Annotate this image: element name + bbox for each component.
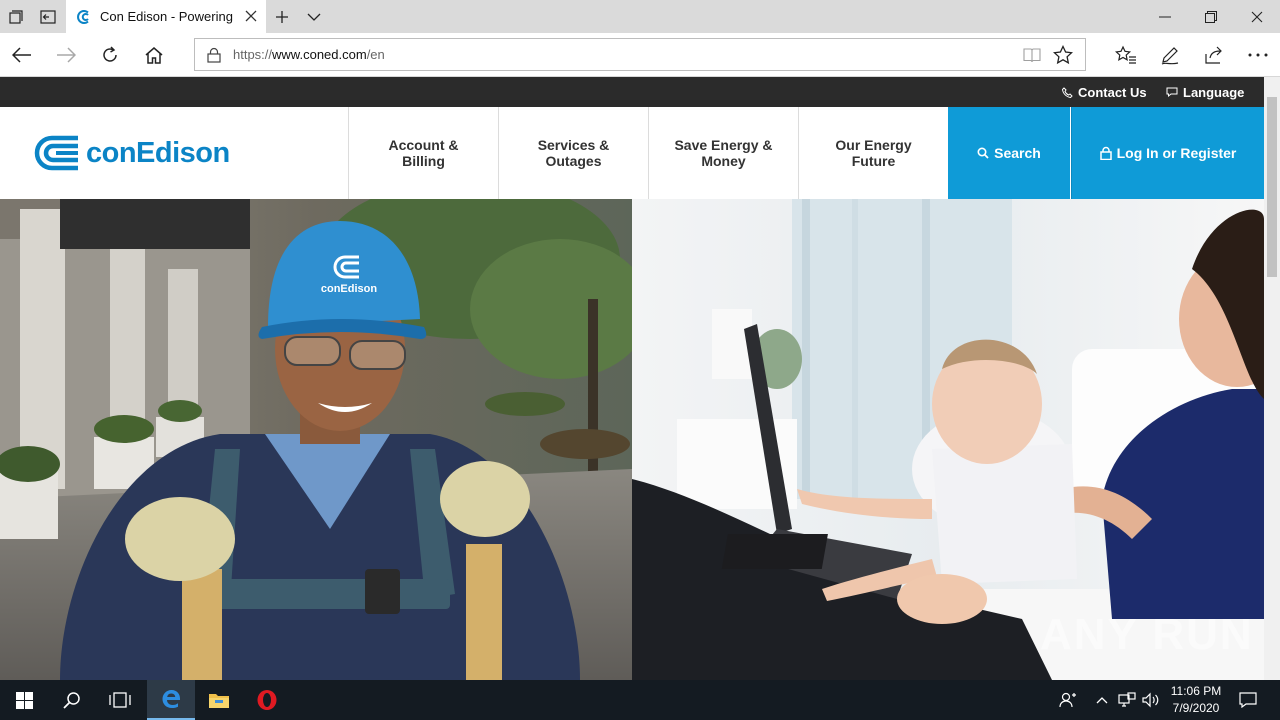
login-register-button[interactable]: Log In or Register	[1071, 107, 1264, 199]
language-label: Language	[1183, 84, 1245, 100]
hardhat-logo-text: conEdison	[321, 283, 378, 295]
system-clock[interactable]: 11:06 PM 7/9/2020	[1164, 683, 1228, 717]
menu-label-line: Future	[851, 153, 896, 169]
refresh-icon[interactable]	[94, 39, 126, 71]
search-icon	[977, 147, 989, 159]
page-scrollbar[interactable]	[1264, 77, 1280, 680]
hero-image-family[interactable]	[632, 199, 1264, 680]
home-icon[interactable]	[138, 39, 170, 71]
search-button[interactable]: Search	[948, 107, 1070, 199]
url-path: /en	[366, 47, 385, 62]
network-icon[interactable]	[1116, 680, 1138, 720]
more-options-icon[interactable]	[1242, 39, 1274, 71]
menu-save-energy-money[interactable]: Save Energy & Money	[648, 107, 798, 199]
phone-icon	[1062, 86, 1073, 98]
coned-logo-icon	[34, 135, 78, 171]
menu-label-line: Billing	[402, 153, 445, 169]
site-utility-bar: Contact Us Language	[0, 77, 1264, 107]
web-note-pen-icon[interactable]	[1154, 39, 1186, 71]
search-label: Search	[994, 145, 1041, 161]
menu-our-energy-future[interactable]: Our Energy Future	[798, 107, 948, 199]
worker-photo: conEdison	[0, 199, 632, 680]
tab-actions-icon[interactable]	[0, 0, 32, 33]
windows-start-icon[interactable]	[0, 680, 48, 720]
menu-account-billing[interactable]: Account & Billing	[348, 107, 498, 199]
scrollbar-thumb[interactable]	[1267, 97, 1277, 277]
people-icon[interactable]	[1054, 680, 1082, 720]
coned-favicon-icon	[77, 9, 89, 24]
address-bar[interactable]: https://www.coned.com/en	[194, 38, 1086, 71]
menu-label-line: Save Energy &	[674, 137, 773, 153]
opera-browser-icon[interactable]	[243, 680, 291, 720]
menu-label-line: Outages	[545, 153, 602, 169]
menu-label-line: Services &	[537, 137, 610, 153]
task-view-icon[interactable]	[96, 680, 144, 720]
hero-image-worker[interactable]: conEdison	[0, 199, 632, 680]
restore-window-icon[interactable]	[1188, 0, 1234, 33]
clock-date: 7/9/2020	[1172, 701, 1220, 715]
back-arrow-icon[interactable]	[6, 39, 38, 71]
set-tabs-aside-icon[interactable]	[32, 0, 64, 33]
edge-browser-icon[interactable]	[147, 680, 195, 720]
file-explorer-icon[interactable]	[195, 680, 243, 720]
clock-time: 11:06 PM	[1170, 684, 1222, 698]
contact-us-label: Contact Us	[1078, 84, 1147, 100]
close-window-icon[interactable]	[1234, 0, 1280, 33]
search-taskbar-icon[interactable]	[48, 680, 96, 720]
tab-title: Con Edison - Powering N	[100, 9, 234, 24]
logo-wordmark: conEdison	[86, 136, 230, 169]
menu-services-outages[interactable]: Services & Outages	[498, 107, 648, 199]
browser-tab-strip: Con Edison - Powering N	[0, 0, 1280, 33]
forward-arrow-icon[interactable]	[50, 39, 82, 71]
padlock-icon	[1099, 146, 1112, 160]
browser-tab-active[interactable]: Con Edison - Powering N	[66, 0, 266, 33]
family-photo	[632, 199, 1264, 680]
url-domain: www.coned.com	[272, 47, 367, 62]
menu-label-line: Account &	[388, 137, 459, 153]
browser-toolbar: https://www.coned.com/en	[0, 33, 1280, 77]
language-link[interactable]: Language	[1166, 77, 1244, 107]
close-tab-icon[interactable]	[244, 9, 258, 23]
site-header: conEdison Account & Billing Services & Out…	[0, 107, 1264, 199]
volume-icon[interactable]	[1140, 680, 1162, 720]
menu-label-line: Our Energy	[835, 137, 912, 153]
contact-us-link[interactable]: Contact Us	[1062, 77, 1147, 107]
url-prefix: https://	[233, 47, 273, 62]
tab-preview-chevron-icon[interactable]	[298, 0, 330, 33]
menu-label-line: Money	[701, 153, 746, 169]
reading-view-icon[interactable]	[1023, 46, 1041, 64]
lock-icon	[207, 47, 221, 63]
favorite-star-icon[interactable]	[1053, 45, 1073, 65]
minimize-window-icon[interactable]	[1142, 0, 1188, 33]
action-center-icon[interactable]	[1234, 680, 1262, 720]
login-register-label: Log In or Register	[1116, 145, 1237, 161]
anyrun-watermark: ANY RUN	[1040, 610, 1254, 659]
favorites-hub-icon[interactable]	[1110, 39, 1142, 71]
show-hidden-icons-chevron-icon[interactable]	[1092, 680, 1112, 720]
coned-logo[interactable]: conEdison	[34, 133, 230, 173]
url-text: https://www.coned.com/en	[233, 47, 385, 62]
windows-taskbar: 11:06 PM 7/9/2020	[0, 680, 1280, 720]
new-tab-icon[interactable]	[266, 0, 298, 33]
share-icon[interactable]	[1198, 39, 1230, 71]
speech-bubble-icon	[1166, 87, 1178, 97]
